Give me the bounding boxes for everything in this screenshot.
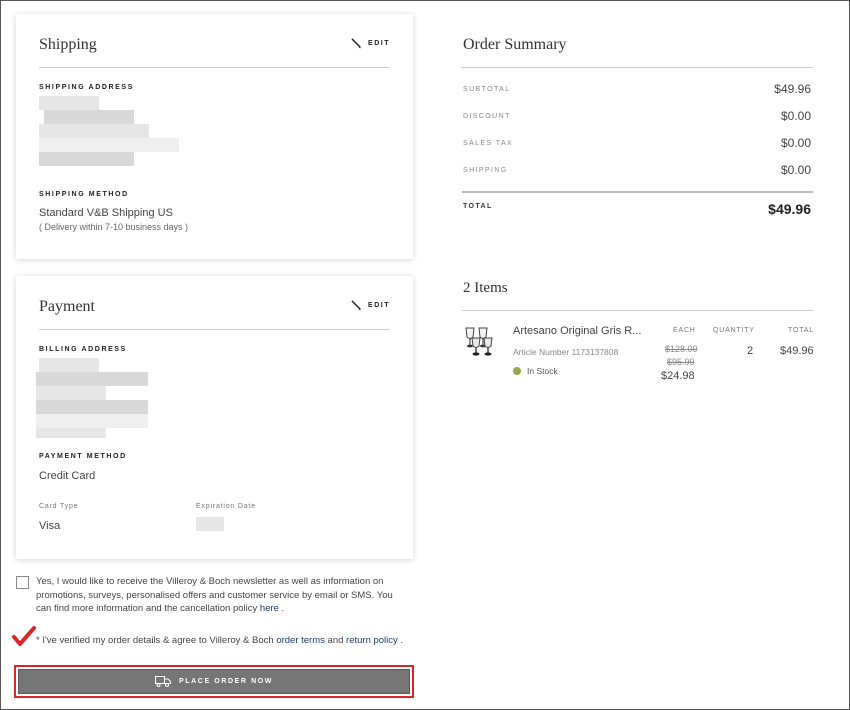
- terms-and: and: [324, 635, 347, 646]
- product-name-link[interactable]: Artesano Original Gris R...: [513, 325, 641, 337]
- shipping-title: Shipping: [39, 36, 97, 53]
- total-header: TOTAL: [788, 327, 814, 334]
- payment-header: Payment EDIT: [39, 298, 390, 330]
- shipping-edit-button[interactable]: EDIT: [351, 38, 390, 49]
- total-value: $49.96: [768, 201, 811, 217]
- payment-method-label: PAYMENT METHOD: [39, 453, 127, 460]
- original-price-2: $95.99: [667, 357, 695, 367]
- price-each: $24.98: [661, 370, 695, 382]
- original-price-1: $128.00: [665, 344, 698, 354]
- return-policy-link[interactable]: return policy: [346, 635, 398, 646]
- shipping-address-label: SHIPPING ADDRESS: [39, 84, 134, 91]
- product-glasses-image: [465, 327, 493, 356]
- expiration-date-label: Expiration Date: [196, 503, 256, 510]
- newsletter-policy-link[interactable]: here: [260, 603, 279, 614]
- shipping-card: Shipping EDIT SHIPPING ADDRESS SHIPPING …: [16, 14, 413, 259]
- items-title: 2 Items: [463, 280, 508, 296]
- order-terms-link[interactable]: order terms: [276, 635, 325, 646]
- payment-title: Payment: [39, 298, 95, 315]
- payment-card: Payment EDIT BILLING ADDRESS PAYMENT MET…: [16, 276, 413, 559]
- subtotal-value: $49.96: [774, 82, 811, 96]
- total-divider: [462, 191, 813, 193]
- checkmark-icon[interactable]: [12, 626, 36, 648]
- quantity-header: QUANTITY: [713, 327, 755, 334]
- shipping-method-value: Standard V&B Shipping US: [39, 207, 173, 219]
- terms-consent-text: * I've verified my order details & agree…: [36, 634, 406, 648]
- summary-divider: [462, 67, 813, 68]
- discount-label: DISCOUNT: [463, 113, 511, 120]
- newsletter-consent-text: Yes, I would like to receive the Villero…: [36, 575, 406, 616]
- payment-edit-label: EDIT: [368, 302, 390, 309]
- shipping-method-label: SHIPPING METHOD: [39, 191, 129, 198]
- item-total: $49.96: [780, 345, 814, 357]
- article-number: Article Number 1173137808: [513, 347, 619, 357]
- shipping-cost-label: SHIPPING: [463, 167, 508, 174]
- card-type-label: Card Type: [39, 503, 79, 510]
- pencil-icon: [351, 38, 362, 49]
- item-quantity: 2: [747, 345, 754, 357]
- items-divider: [462, 310, 813, 311]
- payment-method-value: Credit Card: [39, 470, 96, 482]
- truck-icon: [155, 676, 171, 687]
- card-type-value: Visa: [39, 520, 61, 532]
- newsletter-text: Yes, I would like to receive the Villero…: [36, 576, 393, 614]
- sales-tax-value: $0.00: [780, 136, 811, 150]
- shipping-edit-label: EDIT: [368, 40, 390, 47]
- stock-status: In Stock: [527, 366, 558, 376]
- sales-tax-label: SALES TAX: [463, 140, 514, 147]
- pencil-icon: [351, 300, 362, 311]
- newsletter-end: .: [278, 603, 285, 614]
- stock-status-dot: [513, 367, 521, 375]
- terms-end: .: [397, 635, 404, 646]
- shipping-method-note: ( Delivery within 7-10 business days ): [39, 222, 189, 232]
- total-label: TOTAL: [463, 203, 493, 210]
- order-summary-title: Order Summary: [463, 36, 567, 53]
- shipping-cost-value: $0.00: [780, 163, 811, 177]
- discount-value: $0.00: [780, 109, 811, 123]
- place-order-button[interactable]: PLACE ORDER NOW: [18, 669, 410, 694]
- place-order-highlight: PLACE ORDER NOW: [14, 665, 414, 698]
- billing-address-label: BILLING ADDRESS: [39, 346, 127, 353]
- each-header: EACH: [673, 327, 696, 334]
- terms-prefix: * I've verified my order details & agree…: [36, 635, 277, 646]
- newsletter-checkbox[interactable]: [16, 576, 29, 589]
- shipping-header: Shipping EDIT: [39, 36, 390, 68]
- place-order-label: PLACE ORDER NOW: [179, 678, 273, 685]
- payment-edit-button[interactable]: EDIT: [351, 300, 390, 311]
- subtotal-label: SUBTOTAL: [463, 86, 511, 93]
